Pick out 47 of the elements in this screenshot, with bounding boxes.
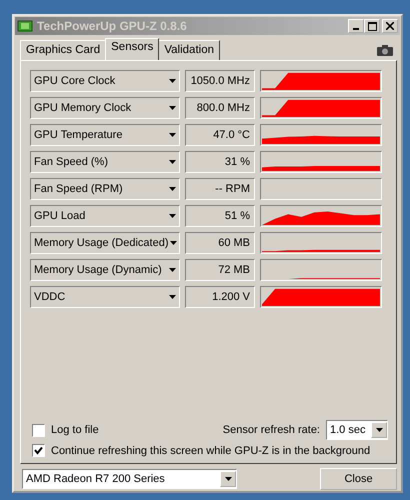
caret-icon (169, 295, 176, 299)
caret-icon (376, 428, 382, 432)
sensor-dropdown[interactable]: Memory Usage (Dedicated) (30, 232, 180, 254)
sensor-reading: 51 % (185, 205, 255, 227)
caret-icon (169, 214, 176, 218)
caret-icon (224, 477, 232, 481)
maximize-icon (368, 22, 376, 30)
close-button[interactable]: Close (320, 468, 397, 490)
sensor-dropdown[interactable]: Fan Speed (RPM) (30, 178, 180, 200)
sensor-dropdown[interactable]: VDDC (30, 286, 180, 308)
close-button[interactable] (382, 19, 398, 33)
checkbox-label: Log to file (51, 424, 99, 436)
sensor-dropdown[interactable]: GPU Core Clock (30, 70, 180, 92)
tab[interactable]: Validation (158, 40, 220, 60)
caret-icon (170, 241, 176, 245)
refresh-rate-dropdown[interactable]: 1.0 sec (326, 420, 388, 440)
camera-icon[interactable] (377, 44, 393, 56)
maximize-button[interactable] (364, 19, 380, 33)
caret-icon (169, 106, 176, 110)
sensor-dropdown[interactable]: GPU Memory Clock (30, 97, 180, 119)
caret-icon (169, 268, 176, 272)
sensor-dropdown[interactable]: GPU Load (30, 205, 180, 227)
sensor-reading: 1.200 V (185, 286, 255, 308)
sensor-dropdown[interactable]: Memory Usage (Dynamic) (30, 259, 180, 281)
graphics-card-dropdown[interactable]: AMD Radeon R7 200 Series (22, 469, 237, 489)
caret-icon (169, 160, 176, 164)
checkbox-label: Continue refreshing this screen while GPU-Z is in the background (51, 444, 370, 456)
checkbox[interactable] (32, 444, 45, 457)
sensor-dropdown[interactable]: Fan Speed (%) (30, 151, 180, 173)
checkbox[interactable] (32, 424, 45, 436)
refresh-rate-label: Sensor refresh rate: (222, 424, 320, 436)
minimize-button[interactable] (348, 19, 364, 33)
sensor-reading: 31 % (185, 151, 255, 173)
sensor-reading: 800.0 MHz (185, 97, 255, 119)
chip-icon (17, 19, 33, 33)
close-icon (386, 22, 394, 30)
sensor-reading: -- RPM (185, 178, 255, 200)
sensor-reading: 72 MB (185, 259, 255, 281)
sensor-reading: 60 MB (185, 232, 255, 254)
sensor-reading: 1050.0 MHz (185, 70, 255, 92)
sensor-dropdown[interactable]: GPU Temperature (30, 124, 180, 146)
sensor-reading: 47.0 °C (185, 124, 255, 146)
caret-icon (169, 133, 176, 137)
tab[interactable]: Sensors (105, 38, 160, 60)
caret-icon (169, 187, 176, 191)
caret-icon (169, 79, 176, 83)
window-title: TechPowerUp GPU-Z 0.8.6 (37, 19, 188, 33)
